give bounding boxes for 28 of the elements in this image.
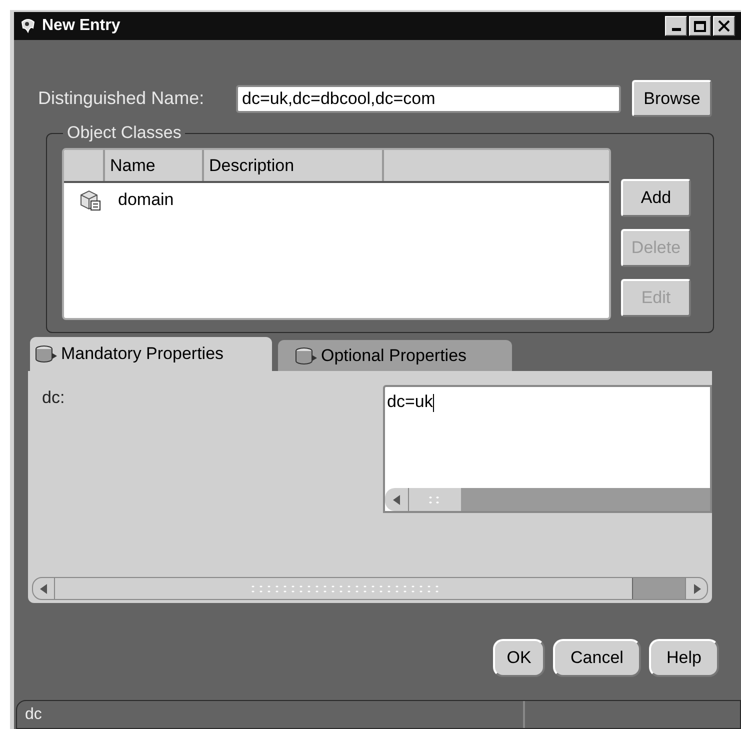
database-icon — [294, 346, 318, 366]
button[interactable]: Add — [621, 179, 691, 217]
minimize-button[interactable] — [665, 16, 687, 36]
browse-button[interactable]: Browse — [632, 80, 712, 117]
window-title: New Entry — [42, 16, 122, 36]
button[interactable]: OK — [493, 639, 545, 677]
minimize-icon — [672, 28, 680, 31]
column-header[interactable]: Name — [105, 150, 204, 181]
table-cell-text: domain — [118, 189, 174, 212]
distinguished-name-field[interactable]: dc=uk,dc=dbcool,dc=com — [236, 84, 621, 112]
tab[interactable]: Mandatory Properties — [30, 337, 272, 371]
scrollbar-thumb[interactable] — [409, 488, 461, 511]
field-label: Distinguished Name: — [38, 87, 206, 110]
button[interactable]: Cancel — [553, 639, 641, 677]
button[interactable]: Help — [649, 639, 719, 677]
horizontal-scrollbar[interactable] — [32, 577, 708, 600]
close-icon — [718, 20, 730, 32]
column-header[interactable]: Description — [204, 150, 384, 181]
maximize-button[interactable] — [689, 16, 711, 36]
database-icon — [34, 344, 58, 364]
status-text: dc — [17, 701, 525, 728]
object-class-icon — [78, 188, 102, 212]
close-button[interactable] — [713, 16, 735, 36]
scroll-left-icon[interactable] — [385, 488, 409, 511]
tab[interactable]: Optional Properties — [278, 340, 512, 371]
maximize-icon — [694, 20, 706, 32]
property-value-field[interactable]: dc=uk — [383, 385, 712, 513]
property-label: dc: — [42, 387, 66, 409]
